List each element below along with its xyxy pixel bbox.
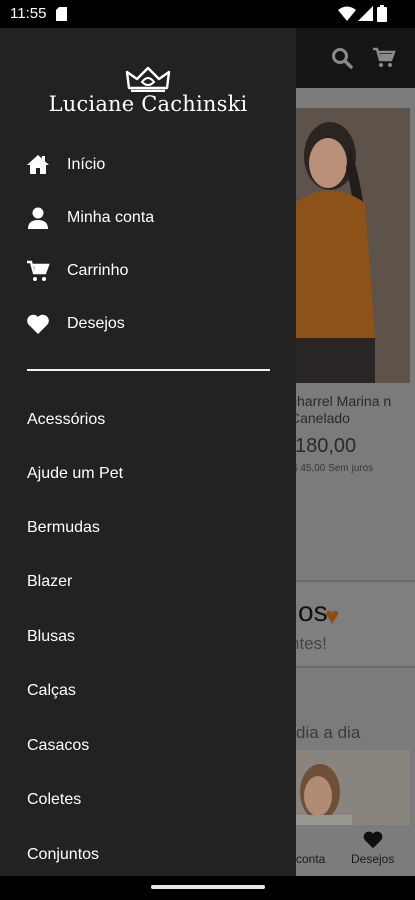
category-item[interactable]: Acessórios — [0, 399, 296, 443]
bottom-nav-wishlist-label[interactable]: Desejos — [351, 852, 394, 866]
crown-icon — [125, 66, 171, 93]
signal-icon — [358, 6, 373, 26]
category-item[interactable]: Coletes — [0, 779, 296, 823]
category-item[interactable]: Blusas — [0, 616, 296, 660]
category-label: Bermudas — [27, 519, 100, 536]
product-price: 180,00 — [295, 435, 357, 457]
category-label: Blazer — [27, 573, 73, 590]
menu-divider — [27, 369, 270, 371]
category-item[interactable]: Calças — [0, 670, 296, 714]
heart-icon — [26, 312, 50, 336]
status-time: 11:55 — [10, 5, 47, 22]
bottom-nav-account-label[interactable]: conta — [296, 852, 325, 866]
heart-icon: ♥ — [325, 603, 340, 630]
category-item[interactable]: Casacos — [0, 725, 296, 769]
category-label: Ajude um Pet — [27, 465, 124, 482]
status-bar: 11:55 — [0, 0, 415, 28]
search-icon[interactable] — [330, 46, 354, 70]
cart-icon — [26, 259, 50, 283]
battery-icon — [377, 5, 387, 27]
menu-item-label: Carrinho — [67, 262, 129, 279]
category-label: Conjuntos — [27, 846, 100, 863]
promo-title: os — [298, 596, 328, 627]
section-image[interactable] — [292, 750, 410, 825]
system-nav-bar — [0, 876, 415, 900]
category-label: Acessórios — [27, 411, 106, 428]
category-item[interactable]: Bermudas — [0, 507, 296, 551]
navigation-drawer: Luciane Cachinski Início Minha conta Car… — [0, 28, 296, 876]
menu-item-cart[interactable]: Carrinho — [0, 249, 296, 293]
sim-card-icon — [56, 7, 67, 26]
category-label: Blusas — [27, 628, 76, 645]
product-name[interactable]: charrel Marina n Canelado — [290, 393, 415, 427]
menu-item-wishlist[interactable]: Desejos — [0, 302, 296, 346]
category-item[interactable]: Conjuntos — [0, 834, 296, 876]
home-icon — [26, 153, 50, 177]
category-label: Coletes — [27, 791, 82, 808]
home-gesture-handle[interactable] — [151, 885, 265, 889]
product-image[interactable] — [290, 108, 410, 383]
brand-name: Luciane Cachinski — [48, 92, 248, 116]
product-installments: $ 45,00 Sem juros — [292, 463, 374, 474]
category-label: Casacos — [27, 737, 90, 754]
menu-item-home[interactable]: Início — [0, 143, 296, 187]
cart-icon[interactable] — [372, 46, 396, 70]
menu-item-label: Desejos — [67, 315, 125, 332]
menu-item-account[interactable]: Minha conta — [0, 196, 296, 240]
category-item[interactable]: Ajude um Pet — [0, 453, 296, 497]
category-label: Calças — [27, 682, 76, 699]
menu-item-label: Início — [67, 156, 106, 173]
wifi-icon — [338, 6, 356, 26]
menu-item-label: Minha conta — [67, 209, 155, 226]
user-icon — [26, 206, 50, 230]
category-item[interactable]: Blazer — [0, 561, 296, 605]
section-title: dia a dia — [296, 723, 361, 742]
